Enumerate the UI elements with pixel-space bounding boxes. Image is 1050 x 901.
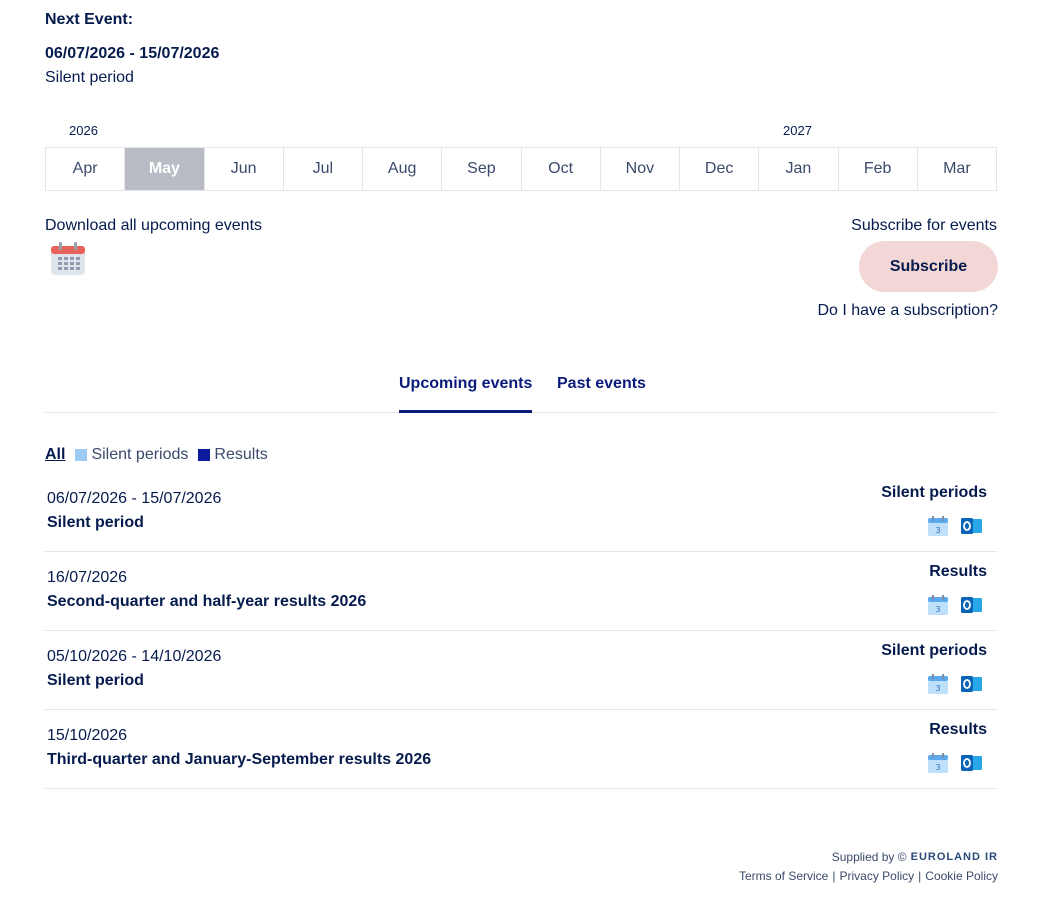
- event-category: Silent periods: [881, 642, 987, 659]
- outlook-icon[interactable]: [961, 594, 983, 616]
- results-swatch: [198, 449, 211, 461]
- month-sep[interactable]: Sep: [442, 148, 522, 190]
- month-timeline: Apr May Jun Jul Aug Sep Oct Nov Dec Jan …: [45, 147, 997, 191]
- supplied-by-text: Supplied by ©: [831, 850, 907, 864]
- month-aug[interactable]: Aug: [363, 148, 443, 190]
- event-filters: All Silent periods Results: [45, 445, 278, 465]
- outlook-icon[interactable]: [961, 515, 983, 537]
- month-may[interactable]: May: [125, 148, 205, 190]
- google-calendar-icon[interactable]: 3: [927, 515, 949, 537]
- next-event-label: Next Event:: [45, 11, 134, 28]
- subscription-check-link[interactable]: Do I have a subscription?: [817, 302, 998, 320]
- event-row: 05/10/2026 - 14/10/2026 Silent period Si…: [45, 631, 997, 710]
- svg-text:3: 3: [935, 763, 940, 772]
- filter-results-label: Results: [214, 446, 268, 463]
- event-name: Third-quarter and January-September resu…: [47, 751, 432, 768]
- month-feb[interactable]: Feb: [839, 148, 918, 190]
- filter-silent-label: Silent periods: [91, 446, 189, 463]
- svg-text:3: 3: [935, 526, 940, 535]
- month-apr[interactable]: Apr: [46, 148, 126, 190]
- month-dec[interactable]: Dec: [680, 148, 760, 190]
- month-nov[interactable]: Nov: [601, 148, 680, 190]
- next-event-date: 06/07/2026 - 15/07/2026: [45, 45, 220, 62]
- silent-swatch: [75, 449, 88, 461]
- month-jun[interactable]: Jun: [205, 148, 284, 190]
- filter-results[interactable]: Results: [198, 446, 268, 464]
- subscribe-label: Subscribe for events: [851, 217, 997, 234]
- euroland-logo[interactable]: EUROLAND IR: [911, 851, 998, 863]
- event-category: Silent periods: [881, 484, 987, 501]
- event-row: 15/10/2026 Third-quarter and January-Sep…: [45, 710, 997, 789]
- event-name: Silent period: [47, 514, 144, 531]
- outlook-icon[interactable]: [961, 673, 983, 695]
- calendar-icon[interactable]: [50, 241, 86, 276]
- month-oct[interactable]: Oct: [522, 148, 601, 190]
- privacy-link[interactable]: Privacy Policy: [839, 869, 914, 883]
- footer-links: Terms of Service | Privacy Policy | Cookie P…: [739, 869, 998, 883]
- event-category: Results: [929, 563, 987, 580]
- event-date: 15/10/2026: [47, 727, 128, 744]
- download-all-label: Download all upcoming events: [45, 217, 263, 234]
- svg-text:3: 3: [935, 605, 940, 614]
- subscribe-button[interactable]: Subscribe: [859, 241, 998, 292]
- supplied-by: Supplied by © EUROLAND IR: [832, 850, 998, 864]
- year-label-2027: 2027: [783, 123, 812, 138]
- next-event-name: Silent period: [45, 69, 134, 86]
- event-tabs: Upcoming events Past events: [45, 366, 997, 413]
- tab-upcoming-events[interactable]: Upcoming events: [399, 375, 533, 413]
- terms-link[interactable]: Terms of Service: [739, 869, 828, 883]
- month-jan[interactable]: Jan: [759, 148, 839, 190]
- event-date: 05/10/2026 - 14/10/2026: [47, 648, 222, 665]
- tab-past-events[interactable]: Past events: [557, 375, 646, 410]
- event-row: 16/07/2026 Second-quarter and half-year …: [45, 552, 997, 631]
- event-category: Results: [929, 721, 987, 738]
- year-label-2026: 2026: [69, 123, 98, 138]
- event-date: 16/07/2026: [47, 569, 128, 586]
- svg-text:3: 3: [935, 684, 940, 693]
- google-calendar-icon[interactable]: 3: [927, 673, 949, 695]
- event-row: 06/07/2026 - 15/07/2026 Silent period Si…: [45, 473, 997, 552]
- google-calendar-icon[interactable]: 3: [927, 594, 949, 616]
- event-name: Second-quarter and half-year results 202…: [47, 593, 367, 610]
- month-jul[interactable]: Jul: [284, 148, 363, 190]
- filter-silent-periods[interactable]: Silent periods: [75, 446, 188, 464]
- event-name: Silent period: [47, 672, 144, 689]
- cookie-link[interactable]: Cookie Policy: [925, 869, 998, 883]
- month-mar[interactable]: Mar: [918, 148, 996, 190]
- event-date: 06/07/2026 - 15/07/2026: [47, 490, 222, 507]
- google-calendar-icon[interactable]: 3: [927, 752, 949, 774]
- filter-all[interactable]: All: [45, 446, 65, 464]
- outlook-icon[interactable]: [961, 752, 983, 774]
